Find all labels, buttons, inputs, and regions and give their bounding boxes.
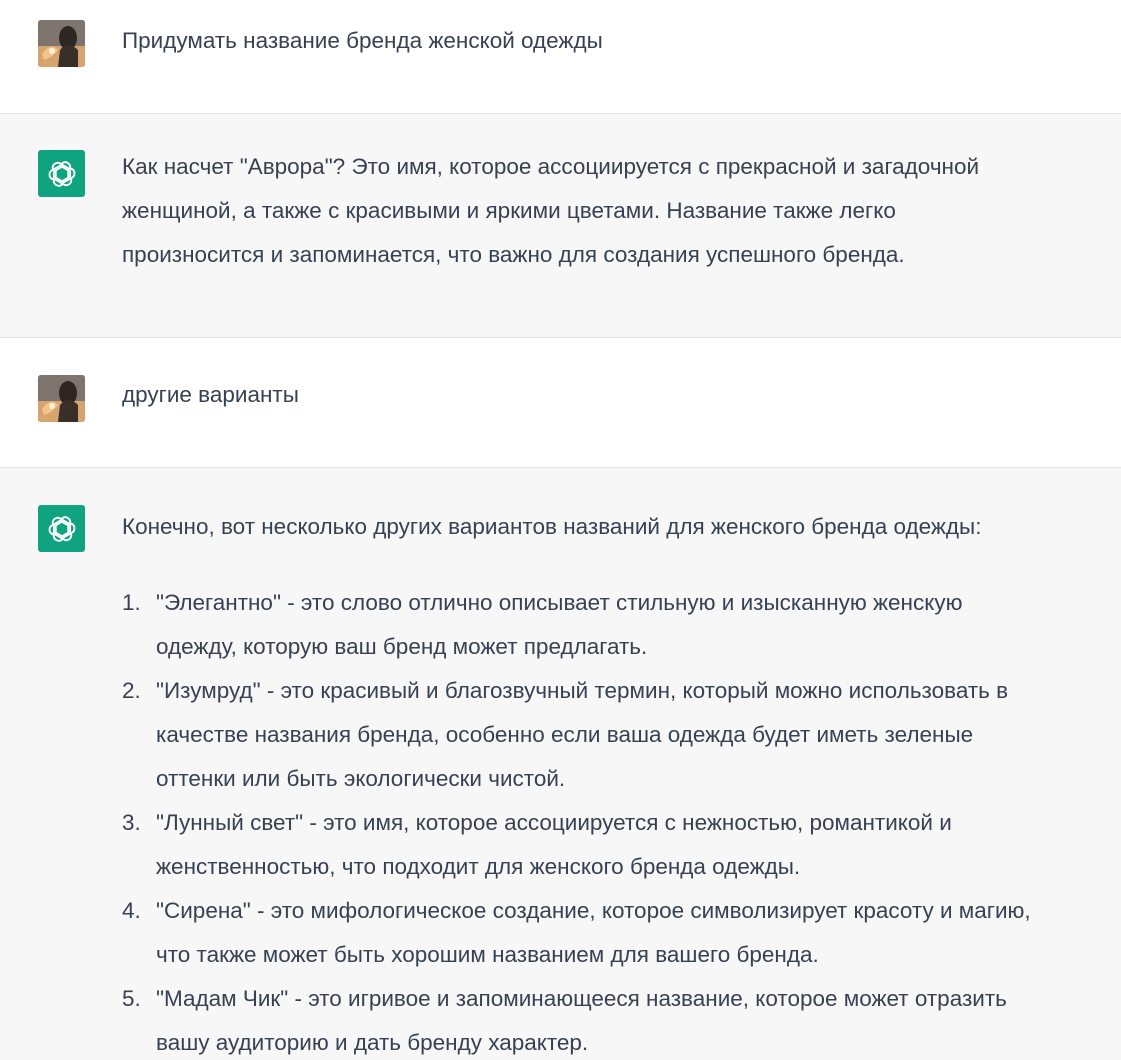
user-message: Придумать название бренда женской одежды — [0, 0, 1121, 114]
user-message: другие варианты — [0, 338, 1121, 468]
assistant-avatar — [38, 505, 85, 552]
user-avatar — [38, 20, 85, 67]
text-line: "Мадам Чик" - это игривое и запоминающее… — [156, 986, 1007, 1011]
user-message-text: другие варианты — [122, 382, 299, 407]
assistant-message-body: Как насчет "Аврора"? Это имя, которое ас… — [122, 145, 1115, 277]
user-photo-avatar-icon — [38, 375, 85, 422]
text-line: "Сирена" - это мифологическое создание, … — [156, 898, 1031, 923]
text-line: вашу аудиторию и дать бренду характер. — [156, 1030, 589, 1055]
list-number: 3. — [122, 810, 141, 835]
assistant-message-body: Конечно, вот несколько других вариантов … — [122, 505, 1115, 1060]
chat-thread: Придумать название бренда женской одежды… — [0, 0, 1121, 1060]
text-line: произносится и запоминается, что важно д… — [122, 242, 905, 267]
text-line: оттенки или быть экологически чистой. — [156, 766, 566, 791]
user-photo-avatar-icon — [38, 20, 85, 67]
text-line: женщиной, а также с красивыми и яркими ц… — [122, 198, 896, 223]
assistant-intro: Конечно, вот несколько других вариантов … — [122, 514, 982, 539]
user-message-text: Придумать название бренда женской одежды — [122, 28, 603, 53]
assistant-avatar — [38, 150, 85, 197]
list-item: 5. "Мадам Чик" - это игривое и запоминаю… — [122, 977, 1115, 1060]
text-line: "Элегантно" - это слово отлично описывае… — [156, 590, 963, 615]
list-item: 3. "Лунный свет" - это имя, которое ассо… — [122, 801, 1115, 889]
assistant-message: Как насчет "Аврора"? Это имя, которое ас… — [0, 114, 1121, 338]
openai-logo-icon — [48, 515, 75, 542]
list-number: 1. — [122, 590, 141, 615]
openai-logo-icon — [48, 160, 75, 187]
text-line: что также может быть хорошим названием д… — [156, 942, 819, 967]
text-line: "Лунный свет" - это имя, которое ассоции… — [156, 810, 952, 835]
list-item: 1. "Элегантно" - это слово отлично описы… — [122, 581, 1115, 669]
list-item: 4. "Сирена" - это мифологическое создани… — [122, 889, 1115, 977]
list-number: 5. — [122, 986, 141, 1011]
list-item: 2. "Изумруд" - это красивый и благозвучн… — [122, 669, 1115, 801]
text-line: одежду, которую ваш бренд может предлага… — [156, 634, 648, 659]
assistant-message: Конечно, вот несколько других вариантов … — [0, 468, 1121, 1060]
text-line: Как насчет "Аврора"? Это имя, которое ас… — [122, 154, 980, 179]
brand-name-list: 1. "Элегантно" - это слово отлично описы… — [122, 581, 1115, 1060]
text-line: "Изумруд" - это красивый и благозвучный … — [156, 678, 1009, 703]
user-avatar — [38, 375, 85, 422]
text-line: качестве названия бренда, особенно если … — [156, 722, 974, 747]
text-line: женственностью, что подходит для женског… — [156, 854, 801, 879]
list-number: 2. — [122, 678, 141, 703]
list-number: 4. — [122, 898, 141, 923]
